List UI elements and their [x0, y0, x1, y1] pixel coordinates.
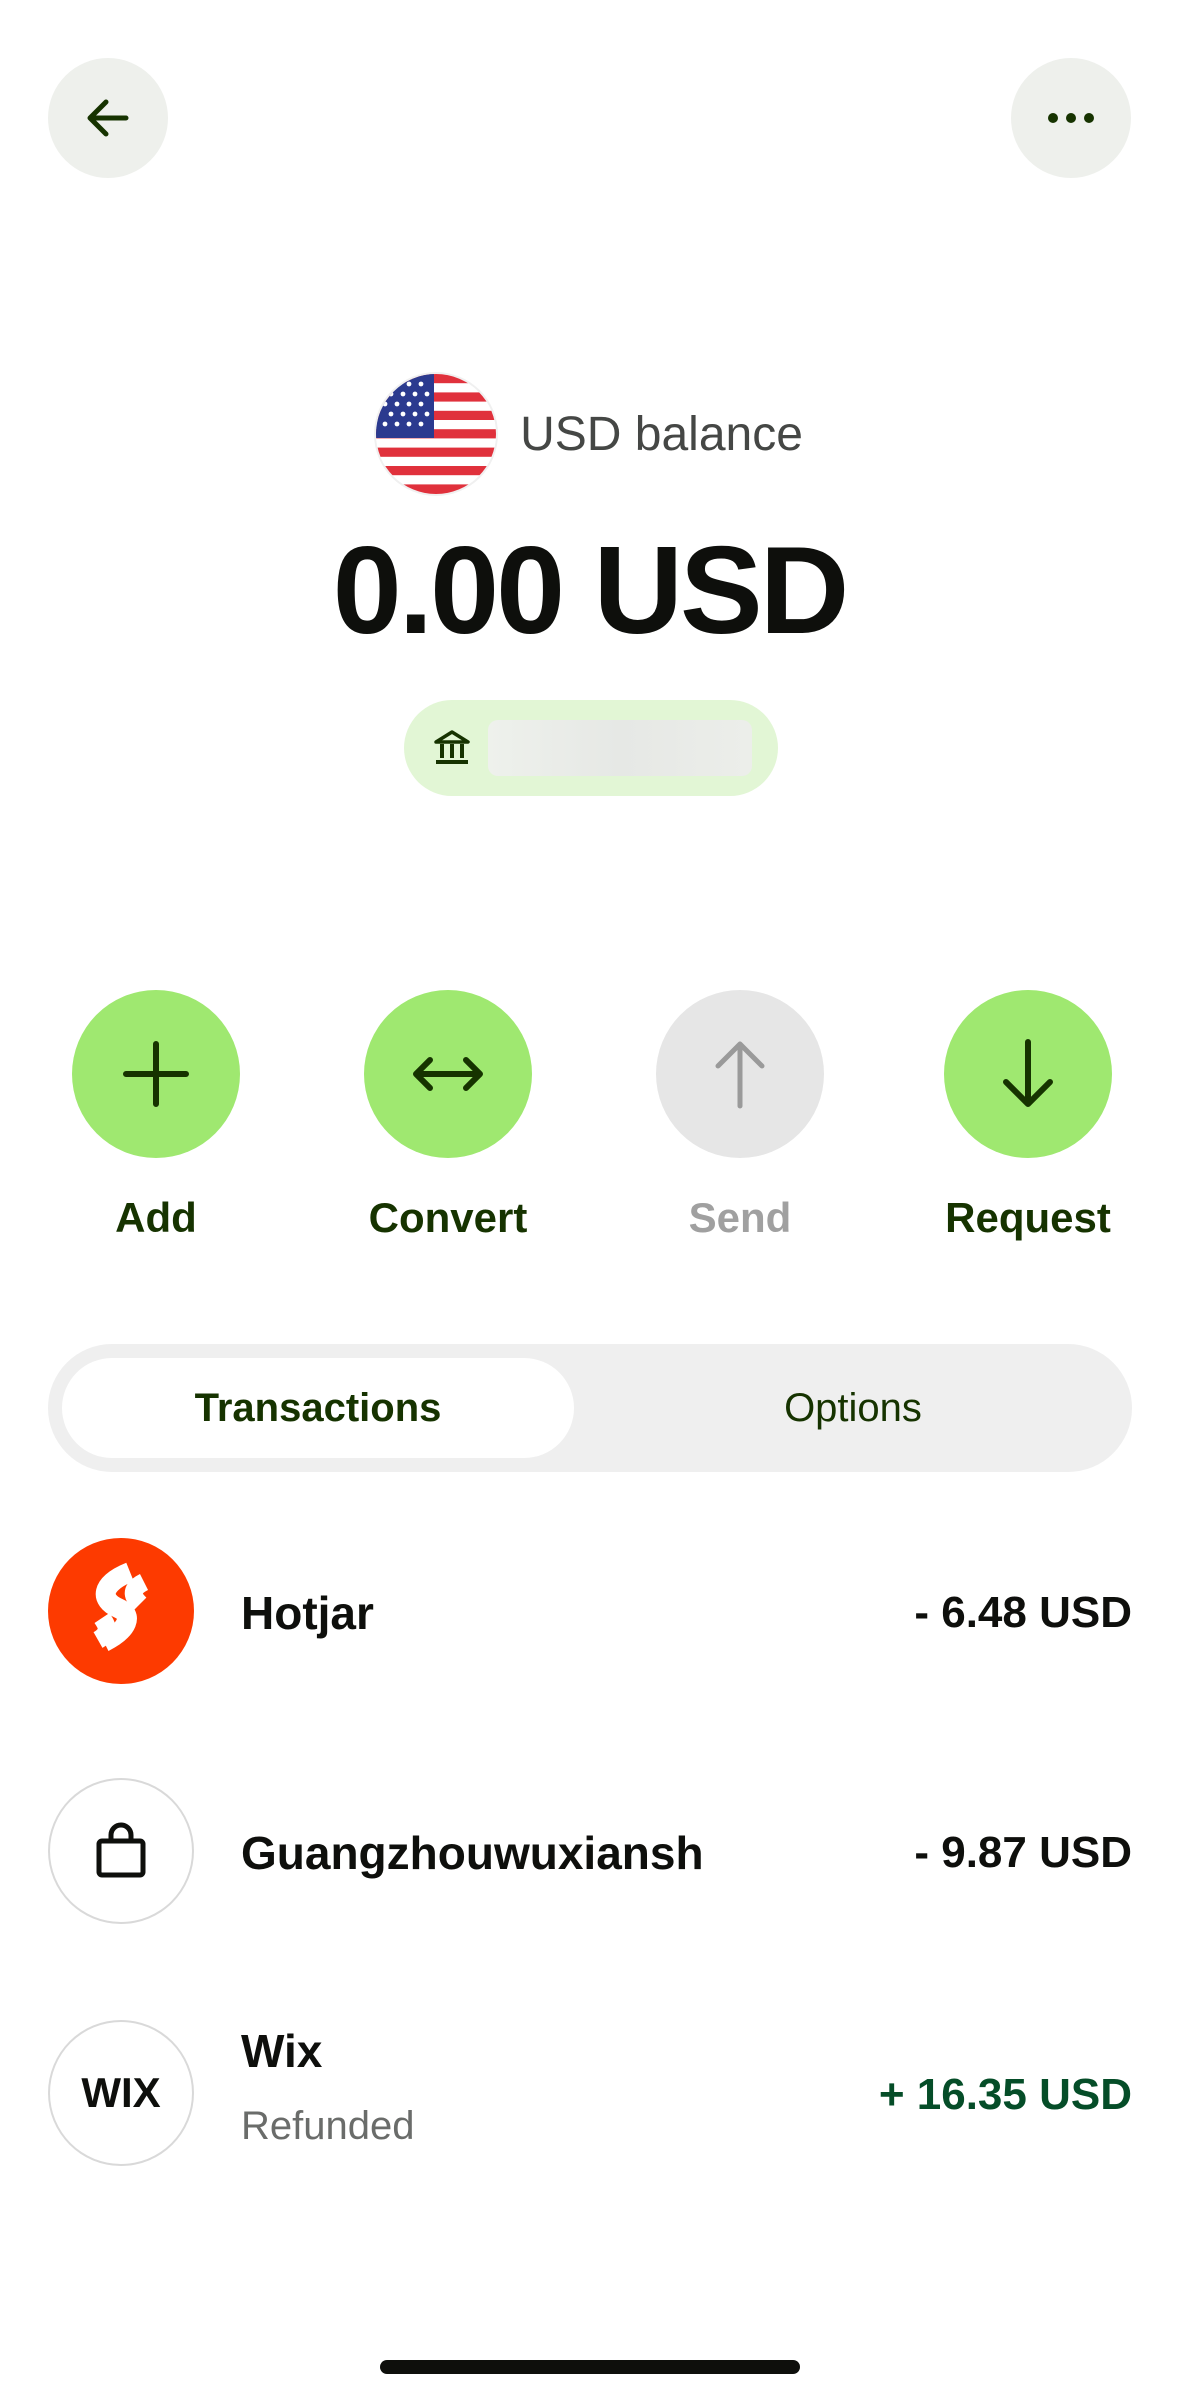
balance-amount: 0.00 USD — [332, 522, 850, 660]
plus-icon — [123, 1041, 189, 1107]
arrow-down-icon — [1003, 1039, 1053, 1107]
balance-label: USD balance — [520, 407, 803, 461]
add-label: Add — [115, 1194, 197, 1241]
tab-switcher: Transactions Options — [48, 1344, 1132, 1472]
add-action[interactable]: Add — [46, 990, 266, 1242]
bank-icon — [430, 726, 474, 770]
transaction-name: Hotjar — [241, 1587, 374, 1639]
send-label: Send — [688, 1194, 792, 1241]
home-indicator[interactable] — [380, 2360, 800, 2374]
transaction-amount: + 16.35 USD — [878, 2070, 1132, 2119]
transaction-row-guangzhou[interactable]: Guangzhouwuxiansh - 9.87 USD — [48, 1778, 1132, 1926]
back-button[interactable] — [48, 58, 168, 178]
balance-header: USD balance — [0, 372, 1179, 496]
transaction-row-wix[interactable]: WIX Wix Refunded + 16.35 USD — [48, 2020, 1132, 2168]
transaction-name: Wix — [241, 2025, 323, 2077]
arrow-up-icon — [715, 1041, 765, 1109]
transaction-name: Guangzhouwuxiansh — [241, 1827, 704, 1879]
request-action[interactable]: Request — [918, 990, 1138, 1242]
send-button[interactable] — [656, 990, 824, 1158]
account-number-redacted — [488, 720, 752, 776]
bank-details-pill[interactable] — [404, 700, 778, 796]
tab-options[interactable]: Options — [588, 1358, 1118, 1458]
transaction-row-hotjar[interactable]: Hotjar - 6.48 USD — [48, 1538, 1132, 1686]
us-flag-icon — [376, 374, 497, 494]
arrows-horizontal-icon — [413, 1057, 483, 1091]
wix-logo-icon: WIX — [48, 2020, 194, 2166]
transaction-status: Refunded — [241, 2104, 415, 2148]
transaction-amount: - 9.87 USD — [914, 1828, 1132, 1877]
convert-button[interactable] — [364, 990, 532, 1158]
arrow-left-icon — [87, 99, 129, 137]
transaction-amount: - 6.48 USD — [914, 1588, 1132, 1637]
hotjar-logo-icon — [48, 1538, 194, 1684]
more-horizontal-icon — [1048, 113, 1094, 123]
add-button[interactable] — [72, 990, 240, 1158]
tab-transactions[interactable]: Transactions — [62, 1358, 574, 1458]
wix-logo-text: WIX — [81, 2069, 161, 2116]
request-button[interactable] — [944, 990, 1112, 1158]
shopping-bag-icon — [48, 1778, 194, 1924]
send-action[interactable]: Send — [630, 990, 850, 1242]
more-options-button[interactable] — [1011, 58, 1131, 178]
convert-action[interactable]: Convert — [338, 990, 558, 1242]
convert-label: Convert — [368, 1194, 528, 1241]
request-label: Request — [945, 1194, 1111, 1241]
